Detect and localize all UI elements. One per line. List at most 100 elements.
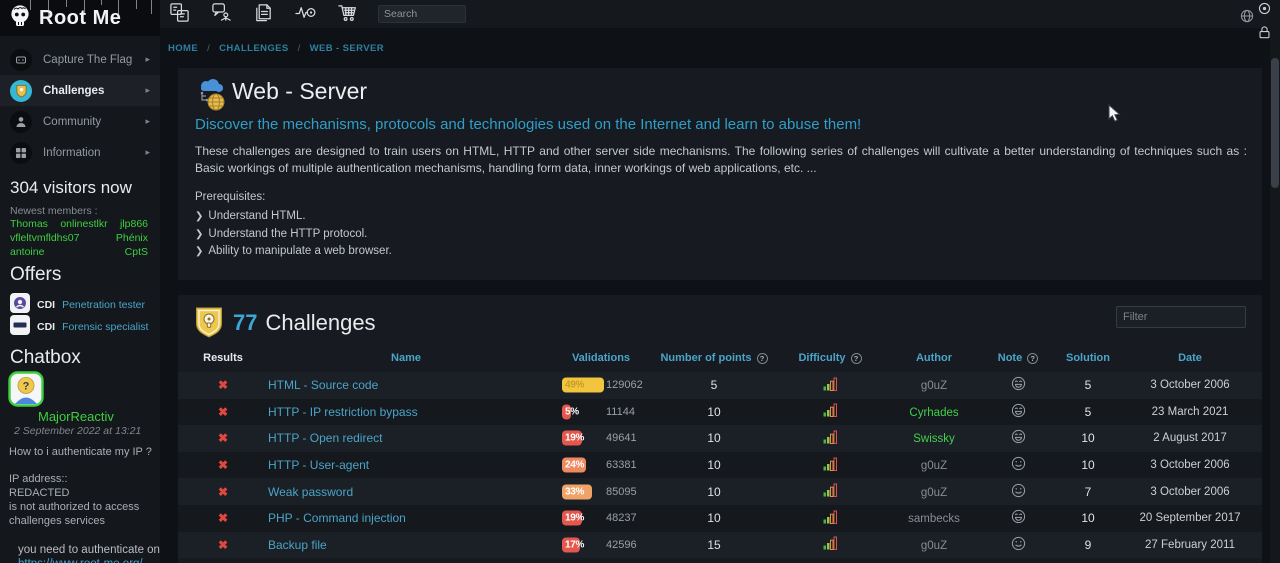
- chat-message-line: IP address::: [9, 472, 139, 486]
- validations-cell: 33%85095: [544, 483, 658, 501]
- sidebar-item-label: Challenges: [43, 85, 104, 97]
- validations-cell: 17%42596: [544, 536, 658, 554]
- author-link[interactable]: g0uZ: [921, 460, 947, 472]
- result-cell: ✖: [178, 458, 268, 472]
- column-header-label: Note: [998, 352, 1022, 364]
- solution-cell: 5: [1058, 378, 1118, 392]
- scrollbar-track[interactable]: [1270, 0, 1280, 563]
- nav-chat-network-button[interactable]: [210, 3, 232, 25]
- documents-icon: [253, 2, 274, 26]
- column-header-label: Number of points: [660, 352, 751, 364]
- date-cell: 27 February 2011: [1118, 539, 1262, 551]
- author-link[interactable]: g0uZ: [921, 487, 947, 499]
- percent-label: 33%: [565, 486, 584, 497]
- offer-item[interactable]: CDIForensic specialist: [10, 316, 156, 338]
- validations-cell: 19%49641: [544, 429, 658, 447]
- member-link[interactable]: antoine: [10, 246, 44, 258]
- shield-icon: [10, 80, 32, 102]
- offer-link-penetration-tester[interactable]: Penetration tester: [62, 299, 145, 311]
- offers-title: Offers: [10, 264, 61, 286]
- offer-item[interactable]: CDI Penetration tester: [10, 294, 156, 316]
- note-cell: [978, 376, 1058, 394]
- challenge-link-http-ip-restriction-bypass[interactable]: HTTP - IP restriction bypass: [268, 405, 418, 419]
- author-link[interactable]: g0uZ: [921, 540, 947, 552]
- nav-activity-target-button[interactable]: [294, 3, 316, 25]
- nav-documents-button[interactable]: [252, 3, 274, 25]
- member-link[interactable]: Phénix: [116, 232, 148, 244]
- language-globe-icon[interactable]: [1240, 9, 1254, 28]
- nav-map-button[interactable]: [168, 3, 190, 25]
- sidebar-item-information[interactable]: Information▸: [0, 137, 160, 168]
- column-header-author[interactable]: Author: [890, 352, 978, 364]
- column-header-note[interactable]: Note?: [978, 352, 1058, 364]
- help-icon[interactable]: ?: [851, 353, 862, 364]
- author-link[interactable]: Cyrhades: [909, 407, 958, 419]
- challenge-link-backup-file[interactable]: Backup file: [268, 538, 327, 552]
- column-header-label: Validations: [572, 352, 630, 364]
- help-icon[interactable]: ?: [757, 353, 768, 364]
- grin-icon: [1011, 380, 1026, 394]
- chat-reply-link[interactable]: https://www.root-me.org/: [18, 558, 143, 563]
- difficulty-cell: [770, 510, 890, 527]
- bullet-icon: ❯: [195, 229, 203, 240]
- chat-message-lines: IP address::REDACTEDis not authorized to…: [9, 472, 139, 528]
- difficulty-cell: [770, 403, 890, 420]
- author-link[interactable]: sambecks: [908, 513, 960, 525]
- not-validated-icon: ✖: [218, 485, 228, 499]
- help-icon[interactable]: ?: [1027, 353, 1038, 364]
- bullet-icon: ❯: [195, 246, 203, 257]
- breadcrumb-web-server[interactable]: WEB - SERVER: [310, 43, 384, 54]
- member-link[interactable]: onlinestlkr: [60, 218, 107, 230]
- column-header-date[interactable]: Date: [1118, 352, 1262, 364]
- challenge-link-php-command-injection[interactable]: PHP - Command injection: [268, 511, 406, 525]
- bullet-icon: ❯: [195, 211, 203, 222]
- author-cell: g0uZ: [890, 458, 978, 472]
- column-header-number-of-points[interactable]: Number of points?: [658, 352, 770, 364]
- sidebar-item-challenges[interactable]: Challenges▸: [0, 75, 160, 106]
- cloud-globe-icon: [194, 77, 230, 118]
- lock-icon[interactable]: [1258, 25, 1271, 45]
- validation-percent-badge: 19%: [562, 429, 600, 447]
- logo[interactable]: Root Me: [0, 0, 160, 36]
- column-header-results[interactable]: Results: [178, 352, 268, 364]
- challenge-link-http-user-agent[interactable]: HTTP - User-agent: [268, 458, 369, 472]
- breadcrumb-challenges[interactable]: CHALLENGES: [219, 43, 288, 54]
- offer-contract-label: CDI: [37, 299, 55, 311]
- forensic-offer-icon: [10, 315, 30, 340]
- sidebar-item-capture-the-flag[interactable]: Capture The Flag▸: [0, 44, 160, 75]
- member-link[interactable]: CptS: [125, 246, 148, 258]
- points-cell: 15: [658, 538, 770, 552]
- scrollbar-thumb[interactable]: [1271, 58, 1279, 188]
- sidebar-item-community[interactable]: Community▸: [0, 106, 160, 137]
- member-link[interactable]: vfleltvmfldhs07: [10, 232, 79, 244]
- filter-input[interactable]: [1116, 306, 1246, 328]
- prerequisites-list: ❯Understand HTML.❯Understand the HTTP pr…: [195, 208, 392, 261]
- breadcrumb-separator: /: [298, 43, 301, 54]
- percent-label: 17%: [565, 539, 584, 550]
- result-cell: ✖: [178, 538, 268, 552]
- challenge-link-html-source-code[interactable]: HTML - Source code: [268, 378, 378, 392]
- validation-percent-badge: 19%: [562, 509, 600, 527]
- member-link[interactable]: Thomas: [10, 218, 48, 230]
- nav-cart-button[interactable]: [336, 3, 358, 25]
- challenge-link-http-open-redirect[interactable]: HTTP - Open redirect: [268, 431, 382, 445]
- chat-username-link[interactable]: MajorReactiv: [38, 409, 114, 424]
- author-link[interactable]: Swissky: [913, 433, 955, 445]
- note-cell: [978, 536, 1058, 554]
- author-link[interactable]: g0uZ: [921, 380, 947, 392]
- logo-text: Root Me: [39, 7, 121, 30]
- member-link[interactable]: jlp866: [120, 218, 148, 230]
- author-cell: g0uZ: [890, 378, 978, 392]
- challenge-link-weak-password[interactable]: Weak password: [268, 485, 353, 499]
- column-header-name[interactable]: Name: [268, 352, 544, 364]
- column-header-solution[interactable]: Solution: [1058, 352, 1118, 364]
- offer-link-forensic-specialist[interactable]: Forensic specialist: [62, 321, 148, 333]
- percent-label: 5%: [565, 406, 579, 417]
- target-dot-icon[interactable]: [1258, 2, 1271, 20]
- solution-cell: 10: [1058, 511, 1118, 525]
- breadcrumb-home[interactable]: HOME: [168, 43, 198, 54]
- column-header-difficulty[interactable]: Difficulty?: [770, 352, 890, 364]
- column-header-validations[interactable]: Validations: [544, 352, 658, 364]
- search-input[interactable]: [378, 5, 466, 23]
- avatar[interactable]: ?: [8, 371, 44, 412]
